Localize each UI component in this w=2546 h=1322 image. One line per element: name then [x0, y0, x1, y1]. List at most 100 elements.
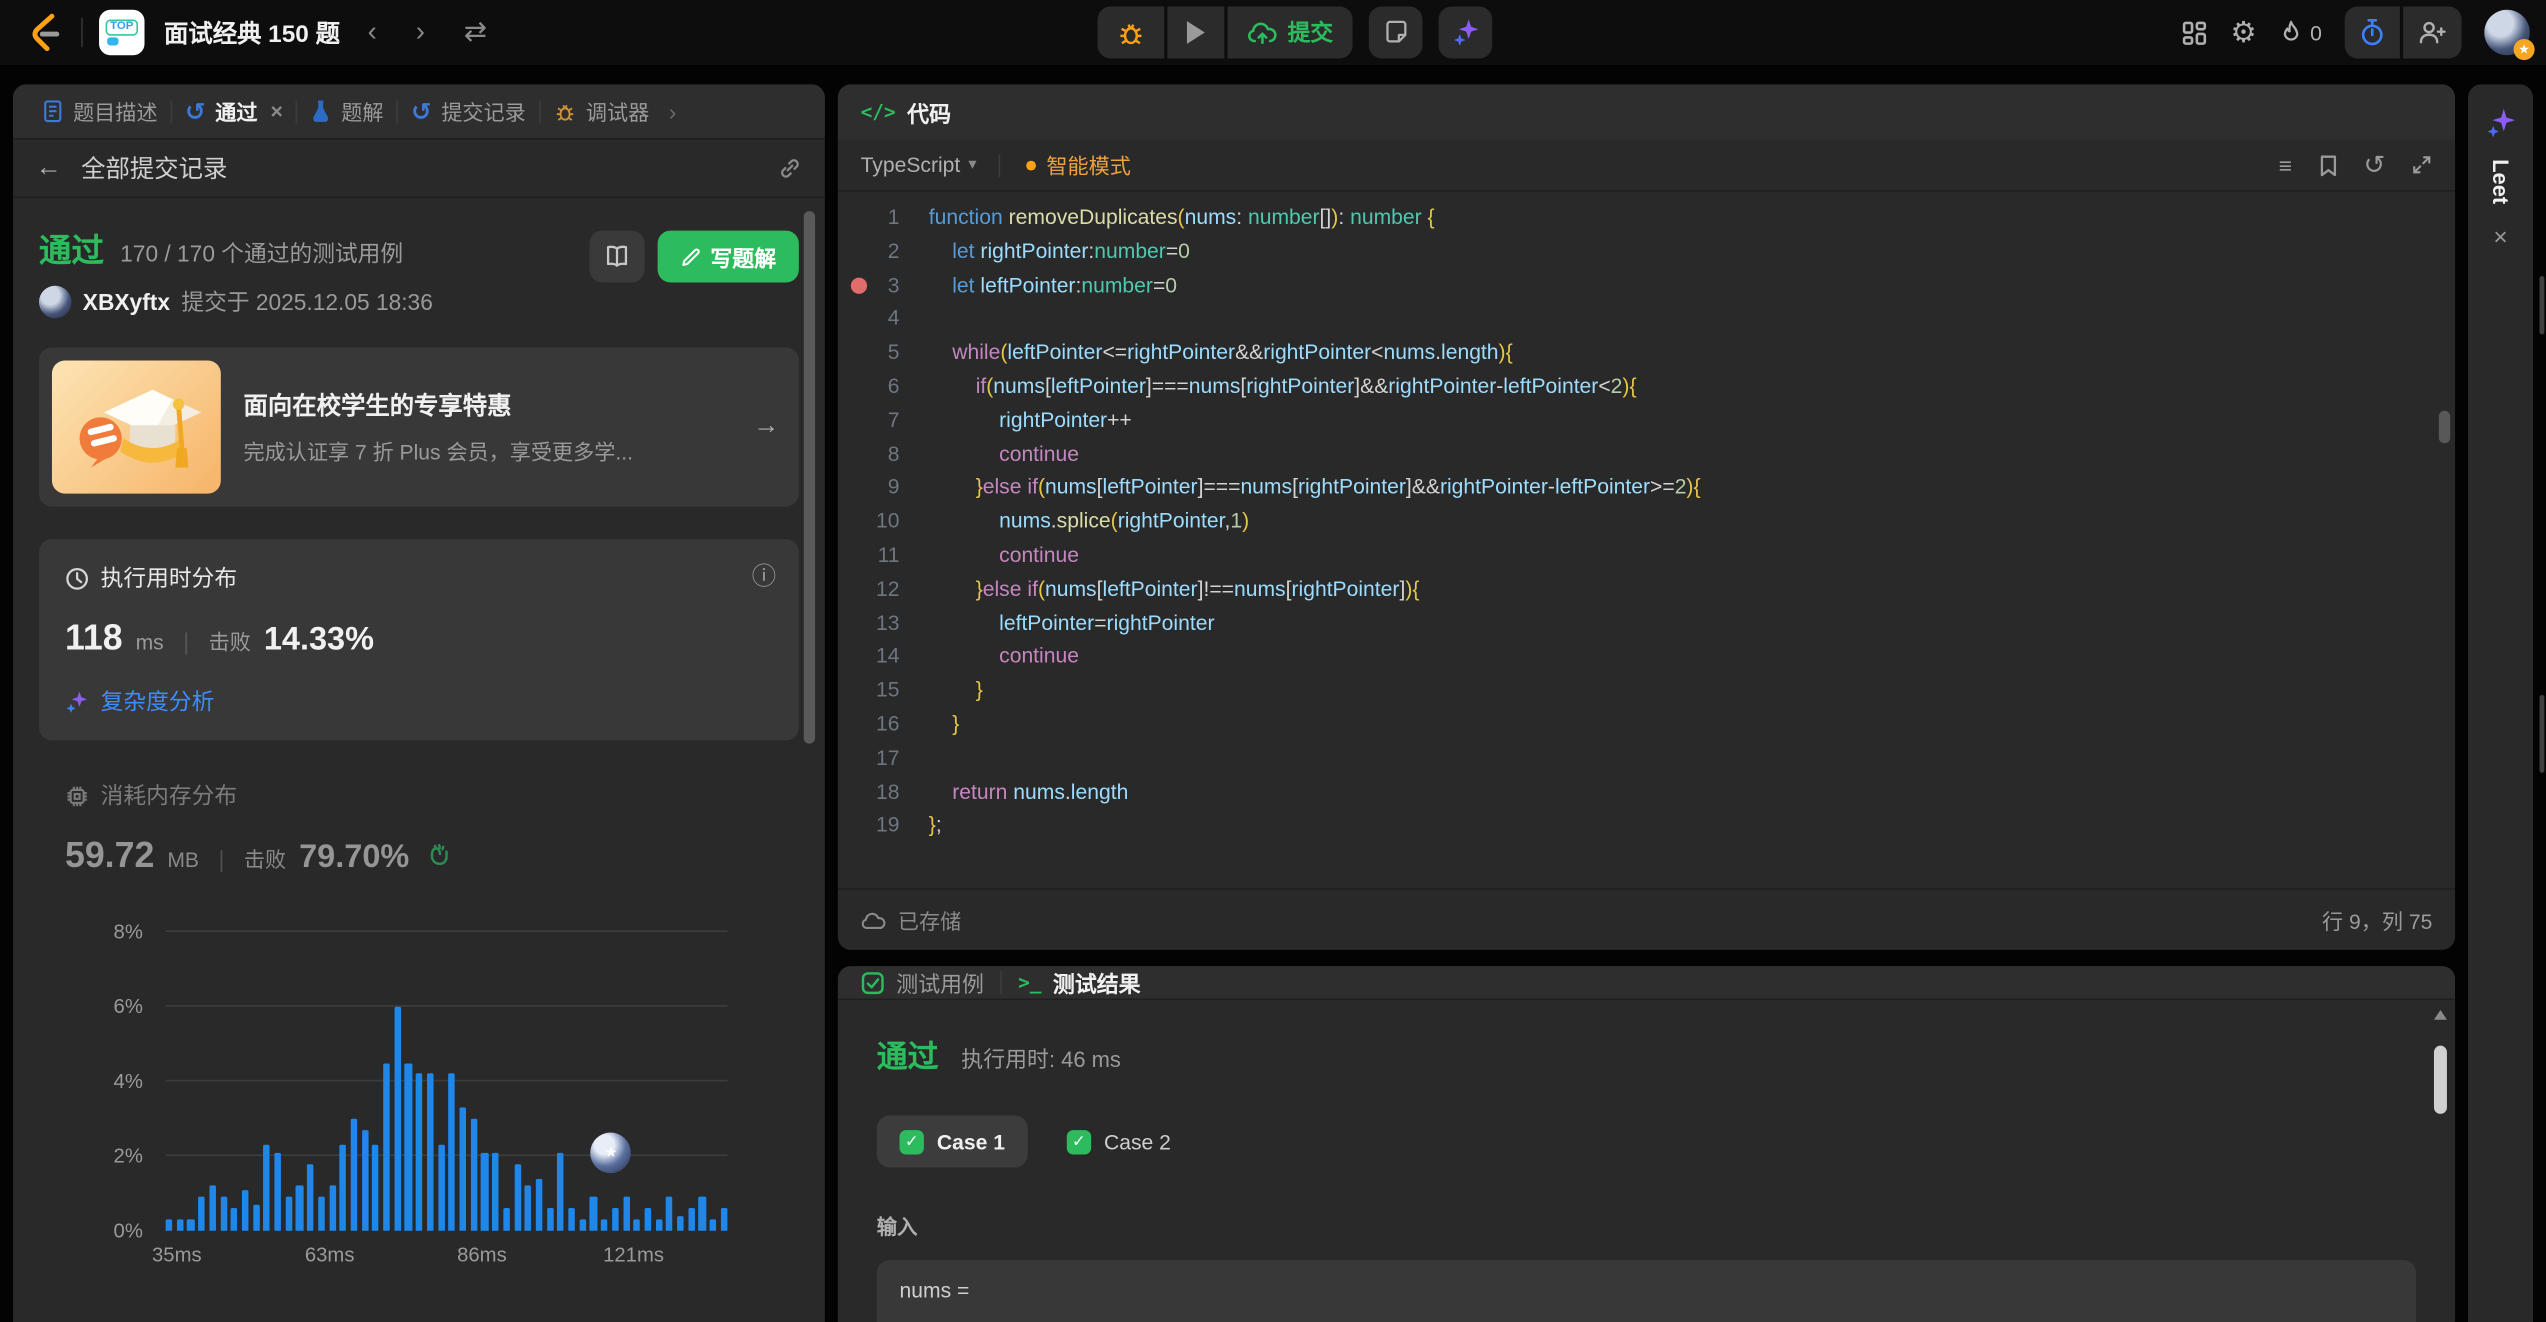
student-promo-banner[interactable]: 面向在校学生的专享特惠 完成认证享 7 折 Plus 会员，享受更多学... → [39, 347, 799, 506]
code-lines[interactable]: function removeDuplicates(nums: number[]… [929, 201, 2455, 888]
divider [999, 153, 1001, 176]
smart-mode-toggle[interactable]: 智能模式 [1027, 149, 1131, 180]
left-panel-scrollbar[interactable] [804, 211, 815, 744]
stopwatch-icon [2359, 18, 2385, 47]
tab-problem-description[interactable]: 题目描述 [29, 96, 170, 127]
tab-solutions[interactable]: 题解 [297, 96, 396, 127]
format-code-button[interactable]: ≡ [2279, 152, 2292, 178]
page-scrollbar-segment[interactable] [2539, 276, 2544, 334]
settings-gear-button[interactable]: ⚙ [2230, 15, 2256, 49]
play-icon [1187, 21, 1205, 44]
history-icon: ↺ [411, 97, 431, 126]
leetcode-logo-icon[interactable] [26, 11, 65, 53]
tab-testcases[interactable]: 测试用例 [861, 966, 984, 998]
app-root: TOP 面试经典 150 题 ‹ › ⇄ [0, 0, 2546, 1322]
next-question-button[interactable]: › [404, 16, 436, 48]
leet-ai-label[interactable]: Leet [2488, 159, 2512, 204]
cloud-icon [861, 910, 887, 929]
code-editor-panel: </> 代码 TypeScript ▾ 智能模式 ≡ [838, 84, 2455, 949]
submissions-back-row: ← 全部提交记录 [13, 140, 825, 198]
main-area: 题目描述 ↺ 通过 × 题解 ↺ 提交记录 [13, 84, 2533, 1322]
flame-icon [2279, 19, 2302, 45]
invite-button[interactable] [2403, 6, 2461, 58]
submit-button[interactable]: 提交 [1228, 6, 1353, 58]
close-icon[interactable]: × [2493, 224, 2507, 252]
tab-submissions[interactable]: ↺ 提交记录 [398, 96, 539, 127]
complexity-analysis-link[interactable]: 复杂度分析 [65, 685, 773, 717]
back-link-label[interactable]: 全部提交记录 [81, 151, 227, 185]
chip-icon [65, 783, 89, 807]
status-badge: 通过 [39, 224, 104, 271]
editor-title: 代码 [907, 96, 951, 128]
run-button[interactable] [1167, 6, 1224, 58]
timer-button[interactable] [2345, 6, 2400, 58]
view-solution-book-button[interactable] [589, 231, 644, 283]
test-panel-scrollbar[interactable] [2432, 1007, 2448, 1322]
test-result-body: 通过 执行用时: 46 ms ✓ Case 1 ✓ Case 2 输入 [838, 1000, 2455, 1322]
test-status-badge: 通过 [877, 1033, 939, 1077]
tab-debugger[interactable]: 调试器 [540, 96, 662, 127]
tab-accepted[interactable]: ↺ 通过 × [172, 96, 296, 127]
apps-grid-button[interactable] [2180, 19, 2208, 47]
scroll-up-arrow[interactable] [2434, 1010, 2447, 1020]
test-panel-tabs: 测试用例 >_ 测试结果 [838, 966, 2455, 1000]
scroll-thumb[interactable] [2434, 1046, 2447, 1114]
shuffle-button[interactable]: ⇄ [453, 16, 499, 48]
fullscreen-button[interactable] [2411, 154, 2432, 175]
document-icon [42, 99, 63, 123]
top-bar: TOP 面试经典 150 题 ‹ › ⇄ [0, 0, 2546, 65]
input-value-box[interactable]: nums = [877, 1260, 2416, 1322]
case-1-button[interactable]: ✓ Case 1 [877, 1115, 1028, 1167]
chart-plot: 0%2%4%6%8% ★ [166, 932, 728, 1231]
tab-test-result[interactable]: >_ 测试结果 [1018, 966, 1141, 998]
bug-icon [1117, 19, 1145, 47]
memory-value: 59.72 [65, 835, 154, 877]
sparkles-icon [1451, 18, 1480, 47]
tabs-overflow-chevron[interactable]: › [669, 98, 677, 124]
write-solution-button[interactable]: 写题解 [657, 231, 799, 283]
code-area[interactable]: 12345678910111213141516171819 function r… [838, 192, 2455, 889]
info-icon[interactable]: ⓘ [752, 559, 776, 593]
reset-code-button[interactable]: ↺ [2363, 149, 2385, 181]
editor-scrollbar[interactable] [2439, 411, 2450, 443]
runtime-distribution-chart[interactable]: 0%2%4%6%8% ★ 35ms63ms86ms121ms [39, 919, 799, 1273]
prev-question-button[interactable]: ‹ [356, 16, 388, 48]
sparkles-icon[interactable] [2484, 107, 2516, 139]
cloud-upload-icon [1247, 20, 1278, 44]
check-icon: ✓ [900, 1129, 924, 1153]
input-var-name: nums = [900, 1278, 970, 1302]
case-2-button[interactable]: ✓ Case 2 [1044, 1115, 1194, 1167]
cursor-position[interactable]: 行 9，列 75 [2322, 904, 2432, 935]
test-panel: 测试用例 >_ 测试结果 通过 执行用时: 46 ms ✓ [838, 966, 2455, 1322]
username[interactable]: XBXyftx [83, 289, 170, 315]
runtime-card[interactable]: 执行用时分布 ⓘ 118 ms | 击败 14.33% 复杂度分析 [39, 539, 799, 740]
divider [81, 18, 83, 47]
memory-section[interactable]: 消耗内存分布 59.72 MB | 击败 79.70% [39, 779, 799, 876]
submit-label: 提交 [1288, 16, 1333, 48]
streak-counter[interactable]: 0 [2279, 19, 2322, 45]
code-icon: </> [861, 101, 896, 124]
copy-link-icon[interactable] [778, 156, 802, 180]
sparkles-icon [65, 689, 89, 713]
ai-assistant-button[interactable] [1439, 6, 1493, 58]
page-scrollbar-segment[interactable] [2539, 695, 2544, 773]
language-selector[interactable]: TypeScript ▾ [861, 153, 977, 177]
checkbox-check-icon [861, 970, 885, 994]
chart-bars [166, 932, 728, 1231]
debug-button[interactable] [1098, 6, 1165, 58]
bookmark-button[interactable] [2318, 153, 2337, 176]
submission-detail: 通过 170 / 170 个通过的测试用例 XBXyftx 提交于 2025.1… [13, 198, 825, 1322]
flask-icon [310, 99, 331, 123]
runtime-value-row: 118 ms | 击败 14.33% [65, 617, 773, 659]
case-buttons: ✓ Case 1 ✓ Case 2 [877, 1115, 2416, 1167]
user-avatar[interactable]: ★ [2484, 10, 2529, 55]
submitted-at: 提交于 2025.12.05 18:36 [181, 286, 432, 318]
terminal-icon: >_ [1018, 971, 1041, 994]
study-plan-icon[interactable]: TOP [99, 10, 144, 55]
editor-toolbar: TypeScript ▾ 智能模式 ≡ ↺ [838, 140, 2455, 192]
notes-button[interactable] [1369, 6, 1423, 58]
close-icon[interactable]: × [271, 99, 283, 123]
chart-user-marker[interactable]: ★ [591, 1132, 632, 1173]
back-arrow-icon[interactable]: ← [36, 153, 62, 182]
pencil-icon [680, 246, 701, 267]
